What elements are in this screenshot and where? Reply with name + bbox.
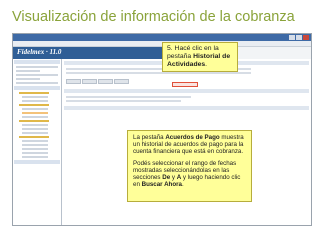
instruction-callout-step5: 5. Hacé clic en la pestaña Historial de … (162, 42, 238, 72)
tab-historial-de-actividades[interactable] (172, 82, 198, 87)
filter-row (66, 96, 191, 98)
folder-icon[interactable] (19, 136, 49, 138)
navigation-sidebar (13, 59, 62, 225)
window-titlebar (13, 34, 311, 41)
folder-icon[interactable] (19, 104, 49, 106)
callout-paragraph-2: Podés seleccionar el rango de fechas mos… (133, 160, 246, 189)
tree-item[interactable] (22, 148, 48, 150)
maximize-icon[interactable] (296, 35, 302, 40)
info-callout: La pestaña Acuerdos de Pago muestra un h… (127, 130, 252, 202)
folder-icon[interactable] (19, 92, 49, 94)
callout-paragraph-1: La pestaña Acuerdos de Pago muestra un h… (133, 134, 246, 156)
tree-item[interactable] (22, 108, 48, 110)
tree-item[interactable] (22, 116, 48, 118)
tree-item[interactable] (22, 96, 48, 98)
sidebar-footer (14, 160, 60, 164)
tab[interactable] (66, 79, 81, 84)
sidebar-item[interactable] (16, 82, 58, 84)
bold-text: Acuerdos de Pago (165, 134, 220, 141)
tree-item[interactable] (22, 100, 48, 102)
window-controls (289, 35, 309, 40)
form-field-row (66, 72, 251, 74)
tree-item[interactable] (22, 132, 48, 134)
slide-title: Visualización de información de la cobra… (12, 9, 295, 25)
tree-item[interactable] (22, 124, 48, 126)
tree-item[interactable] (22, 128, 48, 130)
sidebar-item[interactable] (16, 78, 40, 80)
sidebar-item[interactable] (16, 70, 40, 72)
app-brand: Fidelmex · 11.0 (17, 48, 62, 56)
tree-item[interactable] (22, 156, 48, 158)
tree-item[interactable] (22, 144, 48, 146)
tab[interactable] (114, 79, 129, 84)
tree-item[interactable] (22, 140, 48, 142)
app-header: Fidelmex · 11.0 (13, 47, 163, 59)
filter-row (66, 100, 181, 102)
text: La pestaña (133, 134, 166, 141)
text: . (181, 181, 184, 189)
section-header (64, 89, 309, 93)
record-tabs (66, 79, 129, 84)
tree-item-selected[interactable] (22, 112, 48, 114)
tab[interactable] (98, 79, 113, 84)
tree-item[interactable] (22, 152, 48, 154)
bold-text: De (162, 174, 171, 182)
sidebar-section-header (14, 86, 60, 90)
callout-text-end: . (205, 61, 208, 68)
close-icon[interactable] (303, 35, 309, 40)
bold-text: Buscar Ahora (141, 181, 182, 189)
folder-icon[interactable] (19, 120, 49, 122)
minimize-icon[interactable] (289, 35, 295, 40)
results-table-header (64, 106, 309, 110)
sidebar-item[interactable] (16, 74, 58, 76)
sidebar-item[interactable] (16, 66, 58, 68)
sidebar-header (14, 60, 60, 64)
tab[interactable] (82, 79, 97, 84)
